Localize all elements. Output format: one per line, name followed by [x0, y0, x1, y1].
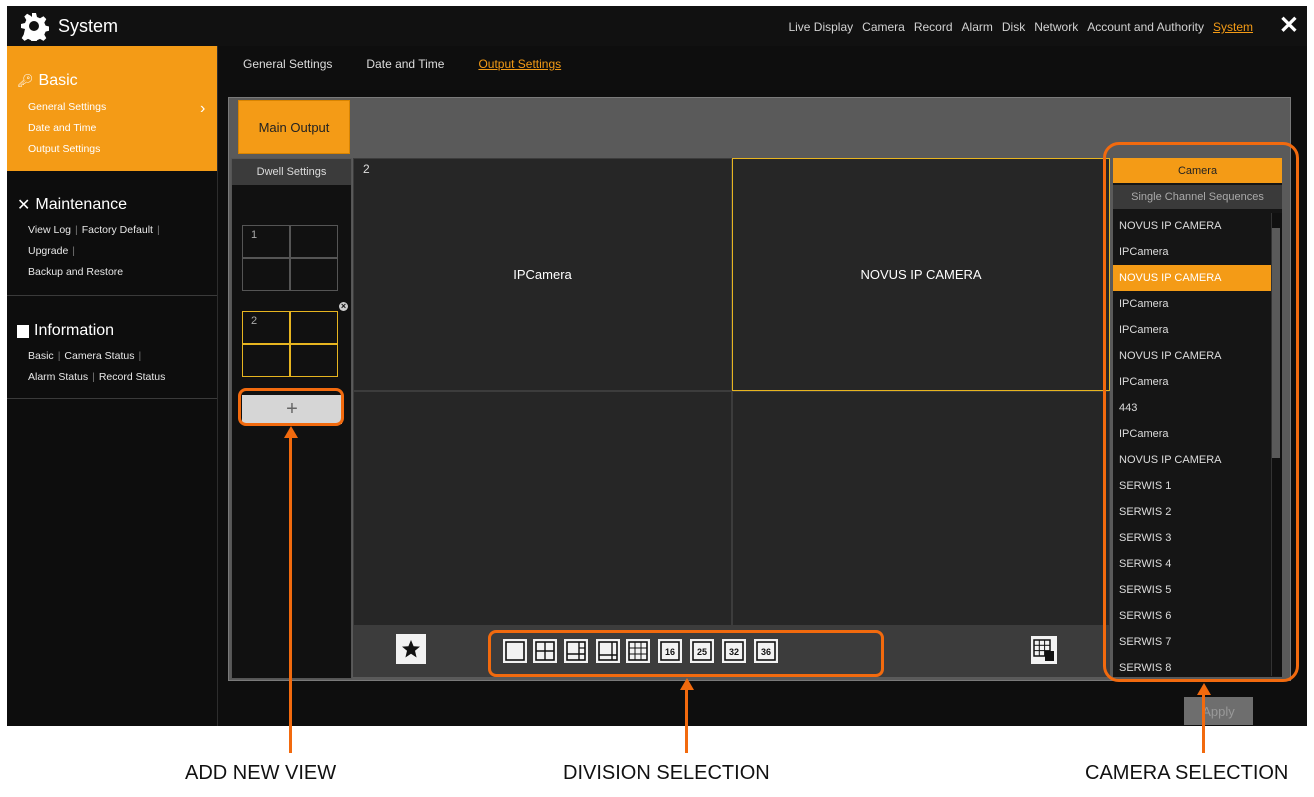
sidebar-basic-heading[interactable]: 🔑︎ Basic [17, 72, 78, 90]
apply-button[interactable]: Apply [1184, 697, 1253, 725]
highlight-division-selection [488, 630, 884, 677]
arrow-line [1202, 694, 1205, 753]
topnav-item-network[interactable]: Network [1034, 20, 1078, 34]
clear-layout-button[interactable] [1031, 636, 1057, 664]
link-factory-default[interactable]: Factory Default [82, 224, 153, 236]
sidebar-maintenance-title: Maintenance [35, 196, 128, 213]
link-view-log[interactable]: View Log [28, 224, 71, 236]
grid-cell-1[interactable]: IPCamera [353, 158, 732, 391]
link-record-status[interactable]: Record Status [99, 371, 166, 383]
top-nav: Live Display Camera Record Alarm Disk Network… [788, 20, 1253, 34]
topnav-item-account-and-authority[interactable]: Account and Authority [1087, 20, 1204, 34]
sidebar-basic-title: Basic [38, 72, 78, 89]
sidebar-maintenance-heading[interactable]: ✕ Maintenance [17, 195, 127, 215]
topnav-item-system[interactable]: System [1213, 20, 1253, 34]
gear-icon [21, 13, 49, 41]
sidebar-section-basic: 🔑︎ Basic General Settings Date and Time … [7, 46, 217, 171]
topnav-item-record[interactable]: Record [914, 20, 953, 34]
topnav-item-live-display[interactable]: Live Display [788, 20, 853, 34]
annotation-division-selection: DIVISION SELECTION [563, 762, 770, 784]
view-thumbnail-number: 1 [251, 229, 258, 241]
grid-cell-4[interactable] [732, 391, 1110, 626]
link-alarm-status[interactable]: Alarm Status [28, 371, 88, 383]
topnav-item-alarm[interactable]: Alarm [962, 20, 993, 34]
tools-icon: ✕ [17, 197, 31, 214]
tab-date-and-time[interactable]: Date and Time [366, 57, 444, 71]
preview-grid: IPCamera NOVUS IP CAMERA [353, 158, 1110, 626]
view-thumbnail-number: 2 [251, 315, 258, 327]
chevron-right-icon: › [200, 100, 206, 117]
arrow-line [685, 689, 688, 753]
grid-cell-2[interactable]: NOVUS IP CAMERA [732, 158, 1110, 391]
basic-items: General Settings Date and Time Output Se… [28, 97, 106, 160]
sidebar-item-date-and-time[interactable]: Date and Time [28, 118, 106, 139]
app-title: System [58, 16, 119, 36]
view-number: 2 [363, 162, 370, 176]
favorite-star-button[interactable] [396, 634, 426, 664]
star-icon [402, 640, 420, 658]
sidebar: 🔑︎ Basic General Settings Date and Time … [7, 46, 218, 726]
monitor-icon [17, 324, 29, 338]
sidebar-information-heading[interactable]: Information [17, 322, 114, 340]
grid-delete-icon [1033, 639, 1054, 661]
highlight-add-view [238, 388, 344, 426]
grid-cell-3[interactable] [353, 391, 732, 626]
maintenance-links: View Log | Factory Default | Upgrade | Backu… [28, 224, 160, 278]
annotation-camera-selection: CAMERA SELECTION [1085, 762, 1289, 784]
link-camera-status[interactable]: Camera Status [64, 350, 134, 362]
tab-main-output[interactable]: Main Output [238, 100, 350, 154]
sidebar-information-title: Information [34, 322, 115, 339]
link-info-basic[interactable]: Basic [28, 350, 54, 362]
close-icon[interactable]: ✕ [1279, 11, 1299, 40]
key-icon: 🔑︎ [17, 73, 34, 88]
highlight-camera-selection [1103, 142, 1299, 682]
information-links: Basic | Camera Status | Alarm Status | Record… [28, 350, 166, 383]
tab-output-settings[interactable]: Output Settings [478, 57, 561, 71]
sidebar-item-general-settings[interactable]: General Settings [28, 97, 106, 118]
annotation-add-new-view: ADD NEW VIEW [185, 762, 337, 784]
topnav-item-camera[interactable]: Camera [862, 20, 905, 34]
sidebar-item-output-settings[interactable]: Output Settings [28, 139, 106, 160]
sidebar-section-maintenance: ✕ Maintenance View Log | Factory Default | … [7, 173, 217, 296]
delete-view-icon[interactable]: × [339, 302, 348, 311]
link-backup-restore[interactable]: Backup and Restore [28, 266, 123, 278]
arrow-line [289, 437, 292, 753]
top-bar: System Live Display Camera Record Alarm Disk… [7, 6, 1307, 46]
dwell-settings-button[interactable]: Dwell Settings [232, 159, 351, 185]
tab-general-settings[interactable]: General Settings [243, 57, 332, 71]
sub-tabs: General Settings Date and Time Output Se… [243, 57, 561, 71]
link-upgrade[interactable]: Upgrade [28, 245, 68, 257]
sidebar-section-information: Information Basic | Camera Status | Alarm S… [7, 298, 217, 399]
topnav-item-disk[interactable]: Disk [1002, 20, 1025, 34]
